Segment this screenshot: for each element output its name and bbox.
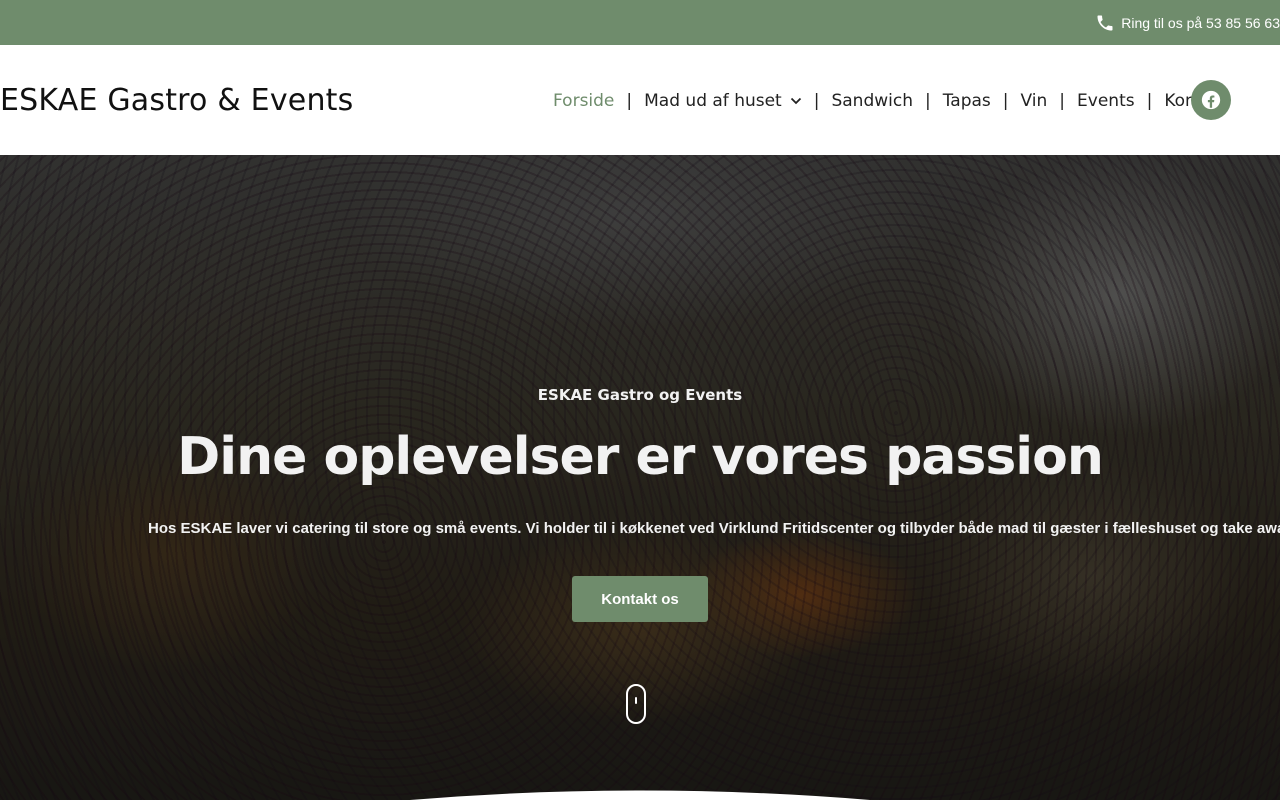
mouse-wheel — [635, 697, 637, 704]
top-bar: Ring til os på 53 85 56 63 — [0, 0, 1280, 45]
contact-button[interactable]: Kontakt os — [572, 576, 708, 622]
facebook-icon — [1201, 90, 1221, 110]
phone-link[interactable]: Ring til os på 53 85 56 63 — [1095, 12, 1280, 34]
nav-item-label: Mad ud af huset — [644, 91, 782, 111]
main-nav: Forside | Mad ud af huset | Sandwich | T… — [553, 90, 1229, 112]
nav-separator: | — [626, 91, 633, 111]
nav-item-forside[interactable]: Forside — [553, 91, 614, 111]
phone-icon — [1097, 15, 1113, 31]
nav-separator: | — [925, 91, 931, 111]
nav-item-vin[interactable]: Vin — [1021, 91, 1048, 111]
phone-text: Ring til os på 53 85 56 63 — [1121, 15, 1280, 31]
nav-item-events[interactable]: Events — [1077, 91, 1135, 111]
mouse-scroll-icon[interactable] — [626, 684, 646, 724]
nav-separator: | — [813, 91, 820, 111]
nav-item-sandwich[interactable]: Sandwich — [831, 91, 913, 111]
chevron-down-icon — [790, 97, 801, 105]
hero-section: ESKAE Gastro og Events Dine oplevelser e… — [0, 155, 1280, 800]
nav-separator: | — [1059, 91, 1066, 111]
section-divider-shape — [0, 790, 1280, 800]
hero-description: Hos ESKAE laver vi catering til store og… — [148, 520, 1280, 537]
site-header: ESKAE Gastro & Events Forside | Mad ud a… — [0, 45, 1280, 155]
hero-headline: Dine oplevelser er vores passion — [177, 427, 1104, 487]
facebook-button[interactable] — [1191, 80, 1231, 120]
nav-separator: | — [1002, 91, 1009, 111]
nav-item-tapas[interactable]: Tapas — [943, 91, 991, 111]
nav-item-mad-ud-af-huset[interactable]: Mad ud af huset — [644, 91, 802, 111]
nav-separator: | — [1146, 91, 1153, 111]
site-logo[interactable]: ESKAE Gastro & Events — [0, 83, 353, 118]
hero-eyebrow: ESKAE Gastro og Events — [537, 386, 743, 404]
